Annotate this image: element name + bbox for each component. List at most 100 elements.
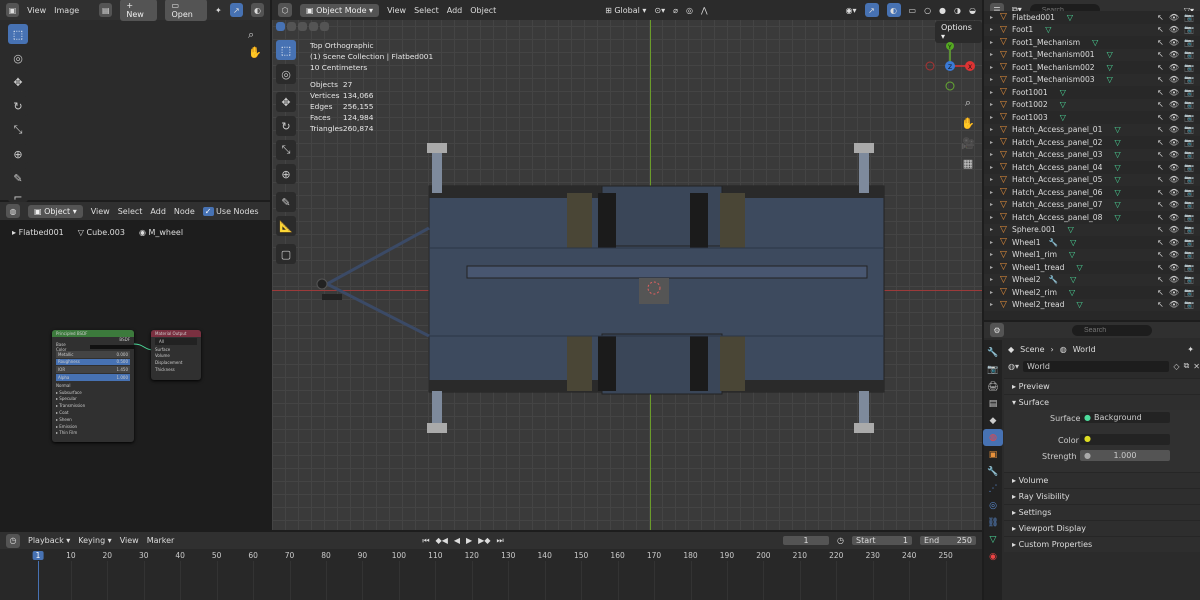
camera-render-icon[interactable]: 📷 xyxy=(1184,263,1194,272)
outliner-row[interactable]: ▸ ▽ Foot1_Mechanism003 ▽ ↖ 👁 📷 xyxy=(984,73,1200,86)
bsdf-emission[interactable]: ▸ Emission xyxy=(52,423,134,430)
outliner-row[interactable]: ▸ ▽ Hatch_Access_panel_03 ▽ ↖ 👁 📷 xyxy=(984,148,1200,161)
scene-tab-icon[interactable]: ◆ xyxy=(983,412,1003,429)
outliner-row[interactable]: ▸ ▽ Flatbed001 ▽ ↖ 👁 📷 xyxy=(984,11,1200,24)
particles-tab-icon[interactable]: ⋰ xyxy=(983,480,1003,497)
jump-keyframe-forward-icon[interactable]: ▶◆ xyxy=(478,536,490,546)
menu-view[interactable]: View xyxy=(387,6,406,15)
select-arrow-icon[interactable]: ↖ xyxy=(1157,225,1164,234)
outliner-row[interactable]: ▸ ▽ Foot1003 ▽ ↖ 👁 📷 xyxy=(984,111,1200,124)
select-arrow-icon[interactable]: ↖ xyxy=(1157,113,1164,122)
world-name-field[interactable]: World xyxy=(1023,360,1170,372)
annotate-icon[interactable]: ✎ xyxy=(8,168,28,188)
mesh-data-icon[interactable]: ▽ xyxy=(1069,288,1075,297)
shading-wire-icon[interactable]: ○ xyxy=(924,6,931,15)
mesh-data-icon[interactable]: ▽ xyxy=(1114,200,1120,209)
bsdf-transmission[interactable]: ▸ Transmission xyxy=(52,402,134,409)
outliner-row[interactable]: ▸ ▽ Foot1_Mechanism002 ▽ ↖ 👁 📷 xyxy=(984,61,1200,74)
select-new-icon[interactable] xyxy=(276,22,285,31)
menu-marker[interactable]: Marker xyxy=(147,536,175,545)
outliner-row[interactable]: ▸ ▽ Foot1001 ▽ ↖ 👁 📷 xyxy=(984,86,1200,99)
select-arrow-icon[interactable]: ↖ xyxy=(1157,150,1164,159)
camera-render-icon[interactable]: 📷 xyxy=(1184,138,1194,147)
overlay-icon[interactable]: ◐ xyxy=(250,3,265,17)
outliner-row[interactable]: ▸ ▽ Hatch_Access_panel_02 ▽ ↖ 👁 📷 xyxy=(984,136,1200,149)
outliner-row[interactable]: ▸ ▽ Wheel2 🔧 ▽ ↖ 👁 📷 xyxy=(984,273,1200,286)
menu-select[interactable]: Select xyxy=(414,6,439,15)
render-tab-icon[interactable]: 📷 xyxy=(983,361,1003,378)
bsdf-alpha[interactable]: Alpha 1.000 xyxy=(56,374,130,381)
select-arrow-icon[interactable]: ↖ xyxy=(1157,175,1164,184)
visibility-icon[interactable]: ◉▾ xyxy=(846,6,857,15)
eye-icon[interactable]: 👁 xyxy=(1169,150,1179,159)
world-tab-icon[interactable]: ◍ xyxy=(983,429,1003,446)
mesh-data-icon[interactable]: ▽ xyxy=(1107,63,1113,72)
mesh-data-icon[interactable]: ▽ xyxy=(1092,38,1098,47)
expand-arrow-icon[interactable]: ▸ xyxy=(990,114,1000,121)
select-box-icon[interactable]: ⬚ xyxy=(276,40,296,60)
select-extend-icon[interactable] xyxy=(287,22,296,31)
camera-render-icon[interactable]: 📷 xyxy=(1184,75,1194,84)
select-arrow-icon[interactable]: ↖ xyxy=(1157,13,1164,22)
camera-render-icon[interactable]: 📷 xyxy=(1184,213,1194,222)
menu-view[interactable]: View xyxy=(91,207,110,216)
outliner-row[interactable]: ▸ ▽ Foot1_Mechanism001 ▽ ↖ 👁 📷 xyxy=(984,48,1200,61)
menu-view[interactable]: View xyxy=(120,536,139,545)
expand-arrow-icon[interactable]: ▸ xyxy=(990,26,1000,33)
pin-icon[interactable]: ✦ xyxy=(215,6,222,15)
mesh-data-icon[interactable]: ▽ xyxy=(1114,150,1120,159)
section-volume[interactable]: ▸ Volume xyxy=(1004,472,1200,488)
outliner-row[interactable]: ▸ ▽ Foot1 ▽ ↖ 👁 📷 xyxy=(984,23,1200,36)
outliner-row[interactable]: ▸ ▽ Foot1002 ▽ ↖ 👁 📷 xyxy=(984,98,1200,111)
outliner-row[interactable]: ▸ ▽ Hatch_Access_panel_06 ▽ ↖ 👁 📷 xyxy=(984,186,1200,199)
select-invert-icon[interactable] xyxy=(309,22,318,31)
pivot-icon[interactable]: ⊙▾ xyxy=(654,6,665,15)
expand-arrow-icon[interactable]: ▸ xyxy=(990,239,1000,246)
navigation-gizmo[interactable]: X Y Z xyxy=(920,42,980,94)
expand-arrow-icon[interactable]: ▸ xyxy=(990,139,1000,146)
outliner-row[interactable]: ▸ ▽ Wheel1 🔧 ▽ ↖ 👁 📷 xyxy=(984,236,1200,249)
zoom-icon[interactable]: ⌕ xyxy=(248,28,254,42)
eye-icon[interactable]: 👁 xyxy=(1169,263,1179,272)
eye-icon[interactable]: 👁 xyxy=(1169,38,1179,47)
select-arrow-icon[interactable]: ↖ xyxy=(1157,213,1164,222)
end-frame-field[interactable]: End 250 xyxy=(920,536,976,545)
modifier-wrench-icon[interactable]: 🔧 xyxy=(1049,275,1058,284)
expand-arrow-icon[interactable]: ▸ xyxy=(990,189,1000,196)
expand-arrow-icon[interactable]: ▸ xyxy=(990,101,1000,108)
mesh-data-icon[interactable]: ▽ xyxy=(1060,88,1066,97)
eye-icon[interactable]: 👁 xyxy=(1169,50,1179,59)
current-frame-marker[interactable]: 1 xyxy=(32,551,44,560)
view-layer-tab-icon[interactable]: ▤ xyxy=(983,395,1003,412)
menu-select[interactable]: Select xyxy=(118,207,143,216)
scale-icon[interactable]: ⤡ xyxy=(8,120,28,140)
outliner-row[interactable]: ▸ ▽ Hatch_Access_panel_01 ▽ ↖ 👁 📷 xyxy=(984,123,1200,136)
expand-arrow-icon[interactable]: ▸ xyxy=(990,39,1000,46)
outliner-row[interactable]: ▸ ▽ Hatch_Access_panel_05 ▽ ↖ 👁 📷 xyxy=(984,173,1200,186)
menu-node[interactable]: Node xyxy=(174,207,195,216)
select-arrow-icon[interactable]: ↖ xyxy=(1157,263,1164,272)
mesh-data-icon[interactable]: ▽ xyxy=(1107,50,1113,59)
rotate-icon[interactable]: ↻ xyxy=(8,96,28,116)
select-arrow-icon[interactable]: ↖ xyxy=(1157,25,1164,34)
expand-arrow-icon[interactable]: ▸ xyxy=(990,214,1000,221)
editor-type-icon[interactable]: ◷ xyxy=(6,533,20,548)
eye-icon[interactable]: 👁 xyxy=(1169,238,1179,247)
bsdf-coat[interactable]: ▸ Coat xyxy=(52,409,134,416)
select-arrow-icon[interactable]: ↖ xyxy=(1157,163,1164,172)
expand-arrow-icon[interactable]: ▸ xyxy=(990,201,1000,208)
eye-icon[interactable]: 👁 xyxy=(1169,225,1179,234)
camera-render-icon[interactable]: 📷 xyxy=(1184,275,1194,284)
current-frame-field[interactable]: 1 xyxy=(783,536,830,545)
expand-arrow-icon[interactable]: ▸ xyxy=(990,64,1000,71)
pin-icon[interactable]: ✦ xyxy=(1187,345,1194,354)
eye-icon[interactable]: 👁 xyxy=(1169,63,1179,72)
bsdf-metallic[interactable]: Metallic 0.000 xyxy=(56,350,130,358)
properties-search-input[interactable] xyxy=(1072,324,1152,336)
camera-render-icon[interactable]: 📷 xyxy=(1184,13,1194,22)
eye-icon[interactable]: 👁 xyxy=(1169,100,1179,109)
eye-icon[interactable]: 👁 xyxy=(1169,300,1179,309)
camera-render-icon[interactable]: 📷 xyxy=(1184,150,1194,159)
expand-arrow-icon[interactable]: ▸ xyxy=(990,76,1000,83)
bsdf-specular[interactable]: ▸ Specular xyxy=(52,396,134,403)
